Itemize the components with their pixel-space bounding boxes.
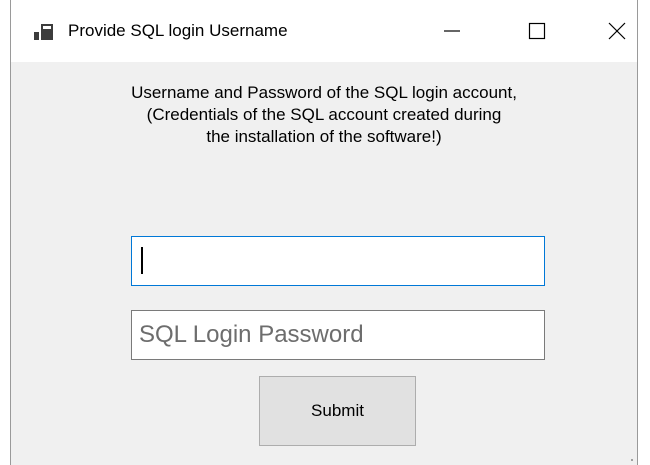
resize-grip-icon[interactable] xyxy=(624,452,634,462)
instructions-line: Username and Password of the SQL login a… xyxy=(131,83,517,102)
instructions-line: the installation of the software!) xyxy=(206,127,442,146)
instructions-line: (Credentials of the SQL account created … xyxy=(146,105,502,124)
username-input[interactable] xyxy=(131,236,545,286)
instructions-text: Username and Password of the SQL login a… xyxy=(11,82,637,148)
maximize-icon xyxy=(528,22,546,40)
close-icon xyxy=(608,22,626,40)
title-bar[interactable]: Provide SQL login Username xyxy=(11,0,637,62)
minimize-icon xyxy=(444,30,460,32)
close-button[interactable] xyxy=(594,0,640,62)
maximize-button[interactable] xyxy=(514,0,560,62)
password-input[interactable] xyxy=(131,310,545,360)
app-icon xyxy=(34,24,53,40)
login-dialog-window: Provide SQL login Username Username and … xyxy=(10,0,638,465)
submit-button[interactable]: Submit xyxy=(259,376,416,446)
window-title: Provide SQL login Username xyxy=(68,21,288,40)
minimize-button[interactable] xyxy=(429,0,475,62)
